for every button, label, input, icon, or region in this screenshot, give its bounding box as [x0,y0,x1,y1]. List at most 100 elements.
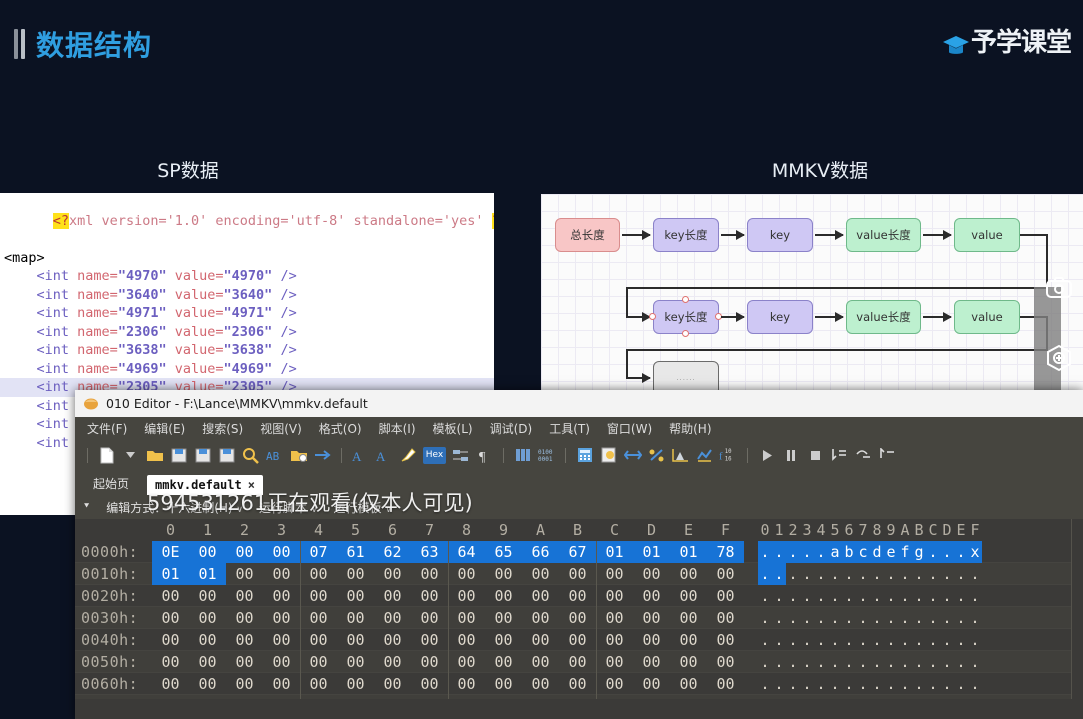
hex-byte[interactable]: 64 [448,541,485,563]
hex-byte[interactable]: 00 [374,629,411,651]
ascii-char[interactable]: . [926,695,940,699]
hex-byte[interactable]: 00 [596,607,633,629]
ascii-char[interactable]: . [856,563,870,585]
hex-byte[interactable]: 00 [300,607,337,629]
ascii-char[interactable]: . [772,563,786,585]
hex-byte[interactable]: 00 [670,651,707,673]
hex-byte[interactable]: 00 [374,585,411,607]
highlight-icon[interactable] [399,446,418,465]
hex-byte[interactable]: 00 [707,607,744,629]
hex-byte[interactable]: 00 [300,651,337,673]
ascii-char[interactable]: . [800,585,814,607]
hex-byte[interactable]: 00 [411,563,448,585]
menu-item[interactable]: 帮助(H) [669,420,711,437]
ascii-char[interactable]: . [786,629,800,651]
hex-byte[interactable]: 00 [485,673,522,695]
editor-titlebar[interactable]: 010 Editor - F:\Lance\MMKV\mmkv.default [75,390,1083,417]
hex-scrollbar[interactable] [1071,519,1083,699]
ascii-char[interactable]: . [814,695,828,699]
hex-mode-button[interactable]: Hex [423,446,446,464]
ascii-char[interactable]: . [800,695,814,699]
paragraph-mark-icon[interactable]: ¶ [475,446,494,465]
ascii-char[interactable]: . [898,695,912,699]
ascii-char[interactable]: a [828,541,842,563]
hex-rows-container[interactable]: 0 1 2 3 4 5 6 7 8 9 A B C D E F 0 1 2 3 4 5 6 7 8 9 A B C D E F 0000h: 0E… [75,519,1083,699]
hex-byte[interactable]: 00 [633,651,670,673]
hex-byte[interactable]: 00 [448,695,485,699]
replace-icon[interactable]: AB [265,446,284,465]
hex-byte[interactable]: 00 [522,607,559,629]
ascii-char[interactable]: . [800,541,814,563]
ascii-char[interactable]: . [758,585,772,607]
ascii-char[interactable]: . [898,673,912,695]
ascii-char[interactable]: . [828,563,842,585]
hex-byte[interactable]: 00 [226,585,263,607]
stop-icon[interactable] [805,446,824,465]
hex-byte[interactable]: 00 [189,629,226,651]
save-all-icon[interactable] [193,446,212,465]
hex-byte[interactable]: 00 [300,585,337,607]
step-out-icon[interactable] [877,446,896,465]
ascii-char[interactable]: . [954,695,968,699]
hex-byte[interactable]: 01 [670,541,707,563]
hex-byte[interactable]: 00 [152,651,189,673]
hex-byte[interactable]: 00 [411,651,448,673]
chevron-down-icon[interactable] [121,446,140,465]
hex-byte[interactable]: 00 [707,563,744,585]
close-icon[interactable]: × [248,478,255,492]
node-handle-bottom[interactable] [682,330,689,337]
hex-byte[interactable]: 00 [559,629,596,651]
hex-row[interactable]: 0010h: 01 01 00 00 00 00 00 00 00 00 00 00 00 00 00 00..… [75,563,1083,585]
ascii-char[interactable]: . [814,563,828,585]
ascii-char[interactable]: . [828,673,842,695]
ascii-char[interactable]: . [772,585,786,607]
hex-byte[interactable]: 78 [707,541,744,563]
hex-byte[interactable]: 00 [226,563,263,585]
hex-byte[interactable]: 00 [152,695,189,699]
ascii-char[interactable]: . [884,651,898,673]
ascii-char[interactable]: f [898,541,912,563]
ascii-char[interactable]: . [898,651,912,673]
ascii-char[interactable]: . [786,673,800,695]
hex-row[interactable]: 0050h: 00 00 00 00 00 00 00 00 00 00 00 00 00 00 00 00..… [75,651,1083,673]
hex-byte[interactable]: 00 [374,607,411,629]
run-template-dropdown[interactable]: 运行模板 ∨ [333,499,391,516]
ascii-group[interactable]: ................ [758,629,982,651]
hex-byte[interactable]: 00 [263,563,300,585]
ascii-char[interactable]: x [968,541,982,563]
hex-byte[interactable]: 00 [337,607,374,629]
hex-byte[interactable]: 00 [300,695,337,699]
edit-mode-dropdown[interactable]: 编辑方式：十六进制(H) ∨ [106,499,243,516]
ascii-char[interactable]: . [912,695,926,699]
hex-byte[interactable]: 00 [633,563,670,585]
ascii-char[interactable]: . [940,673,954,695]
hex-byte[interactable]: 00 [448,585,485,607]
ascii-char[interactable]: . [800,607,814,629]
menu-item[interactable]: 视图(V) [260,420,302,437]
ascii-char[interactable]: . [758,651,772,673]
ascii-char[interactable]: . [786,585,800,607]
hex-byte[interactable]: 00 [263,585,300,607]
ascii-char[interactable]: . [758,695,772,699]
ascii-char[interactable]: . [898,563,912,585]
hex-byte[interactable]: 00 [670,629,707,651]
hex-byte[interactable]: 00 [300,563,337,585]
hex-byte[interactable]: 00 [596,629,633,651]
ascii-char[interactable]: . [772,629,786,651]
ascii-char[interactable]: . [926,585,940,607]
node-handle-top[interactable] [682,296,689,303]
hex-byte[interactable]: 01 [152,563,189,585]
hexagon-plus-icon[interactable] [1041,340,1077,376]
hex-byte[interactable]: 07 [300,541,337,563]
hex-byte[interactable]: 00 [596,673,633,695]
menu-item[interactable]: 模板(L) [433,420,473,437]
hex-byte[interactable]: 00 [485,585,522,607]
hex-byte[interactable]: 00 [263,695,300,699]
ascii-char[interactable]: . [870,695,884,699]
hex-byte[interactable]: 00 [411,695,448,699]
menu-item[interactable]: 工具(T) [549,420,590,437]
hex-byte[interactable]: 00 [411,607,448,629]
mode-expander-icon[interactable]: ⯆ [83,502,90,512]
ascii-char[interactable]: . [814,673,828,695]
hex-row[interactable]: 0000h: 0E 00 00 00 07 61 62 63 64 65 66 67 01 01 01 78..… [75,541,1083,563]
